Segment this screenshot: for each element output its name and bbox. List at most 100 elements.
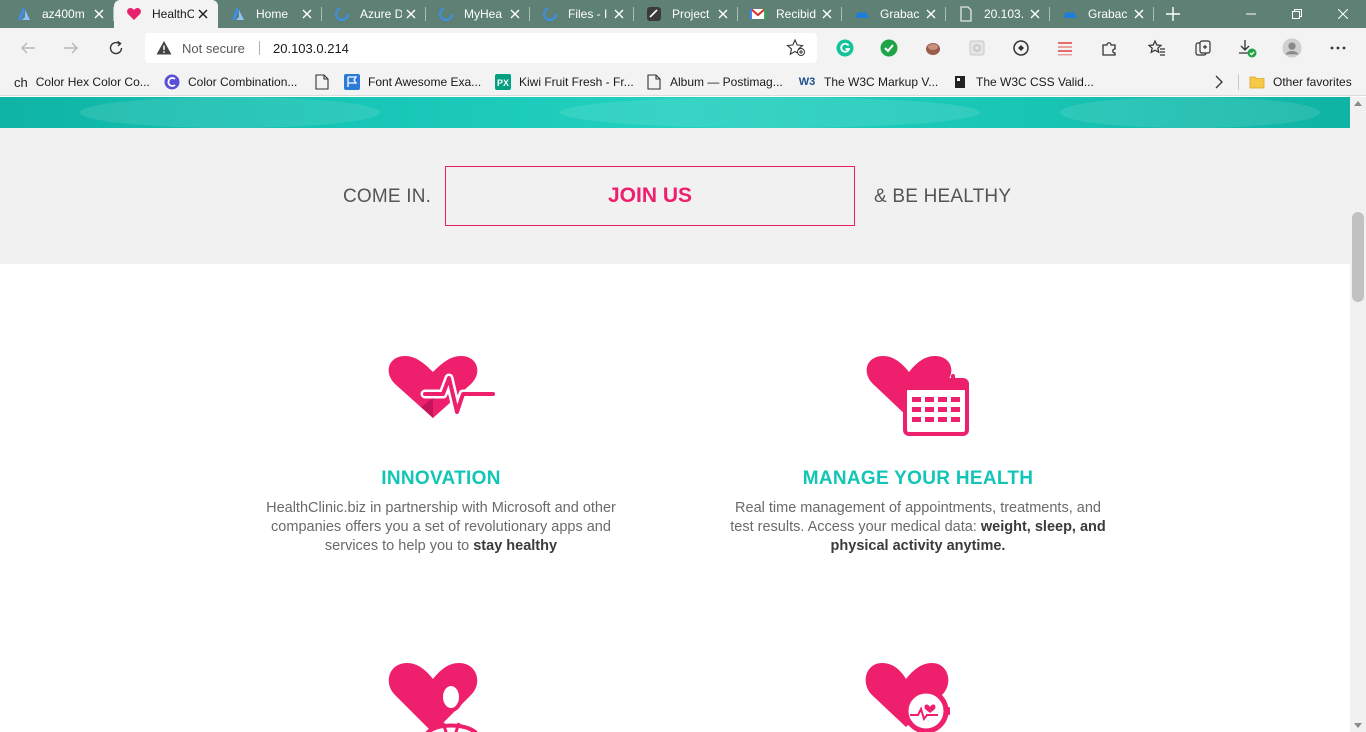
- favorites-overflow-button[interactable]: [1214, 73, 1224, 91]
- close-tab-icon[interactable]: [402, 5, 420, 23]
- check-extension-icon[interactable]: [879, 38, 899, 58]
- feature-doctor: [385, 659, 485, 732]
- tab-home[interactable]: Home: [218, 0, 322, 28]
- tab-title: Home: [256, 7, 289, 21]
- more-menu-icon[interactable]: [1328, 38, 1348, 58]
- page-icon: [958, 6, 974, 22]
- favorite-kiwi[interactable]: PX Kiwi Fruit Fresh - Fr...: [495, 73, 634, 91]
- close-tab-icon[interactable]: [818, 5, 836, 23]
- tab-files[interactable]: Files - I: [530, 0, 634, 28]
- profile-avatar-icon[interactable]: [1282, 38, 1302, 58]
- scroll-down-icon[interactable]: [1354, 723, 1362, 728]
- close-tab-icon[interactable]: [1130, 5, 1148, 23]
- tab-onedrive-2[interactable]: Grabac: [1050, 0, 1154, 28]
- address-bar[interactable]: Not secure 20.103.0.214: [145, 33, 817, 63]
- gmail-icon: [750, 6, 766, 22]
- tab-title: Azure D: [360, 7, 402, 21]
- feature-manage-health: MANAGE YOUR HEALTH Real time management …: [728, 354, 1108, 556]
- flag-icon: [344, 74, 360, 90]
- loading-icon: [438, 6, 454, 22]
- sync-extension-icon[interactable]: [1011, 38, 1031, 58]
- minimize-button[interactable]: [1228, 0, 1274, 28]
- tab-title: az400m: [42, 7, 85, 21]
- onedrive-icon: [854, 6, 870, 22]
- heart-calendar-icon: [866, 356, 969, 436]
- add-favorite-icon[interactable]: [786, 39, 806, 57]
- tab-project[interactable]: Project: [634, 0, 738, 28]
- tab-ip-page[interactable]: 20.103.: [946, 0, 1050, 28]
- loading-icon: [334, 6, 350, 22]
- loading-icon: [542, 6, 558, 22]
- other-favorites-label: Other favorites: [1273, 75, 1352, 89]
- feature-title: INNOVATION: [381, 468, 501, 489]
- browser-toolbar: Not secure 20.103.0.214: [0, 28, 1366, 68]
- forward-arrow-icon: [64, 42, 78, 54]
- azure-devops-icon: [16, 6, 32, 22]
- favorites-bar: ch Color Hex Color Co... Color Combinati…: [0, 68, 1366, 96]
- close-tab-icon[interactable]: [1026, 5, 1044, 23]
- favorite-fontawesome[interactable]: Font Awesome Exa...: [314, 73, 481, 91]
- new-tab-button[interactable]: [1160, 2, 1186, 26]
- downloads-icon[interactable]: [1237, 38, 1257, 58]
- tab-title: HealthC: [152, 7, 194, 21]
- tab-onedrive-1[interactable]: Grabac: [842, 0, 946, 28]
- colorcombos-icon: [164, 74, 180, 90]
- close-tab-icon[interactable]: [714, 5, 732, 23]
- web-page: COME IN. JOIN US & BE HEALTHY INNOVATION…: [0, 97, 1350, 732]
- close-tab-icon[interactable]: [90, 5, 108, 23]
- close-tab-icon[interactable]: [922, 5, 940, 23]
- collections-icon[interactable]: [1193, 38, 1213, 58]
- tab-title: Files - I: [568, 7, 608, 21]
- tab-healthclinic[interactable]: HealthC: [114, 0, 218, 28]
- page-scrollbar[interactable]: [1350, 97, 1366, 732]
- restore-icon: [1292, 9, 1302, 19]
- join-lead-text: COME IN.: [343, 186, 432, 207]
- feature-title: MANAGE YOUR HEALTH: [802, 468, 1034, 489]
- favorite-postimage[interactable]: Album — Postimag...: [646, 73, 783, 91]
- close-tab-icon[interactable]: [194, 5, 212, 23]
- tab-myhealth[interactable]: MyHea: [426, 0, 530, 28]
- close-tab-icon[interactable]: [506, 5, 524, 23]
- refresh-icon: [109, 40, 123, 55]
- forward-button[interactable]: [57, 34, 85, 62]
- chevron-right-icon: [1215, 75, 1223, 89]
- scrollbar-thumb[interactable]: [1352, 212, 1364, 302]
- refresh-button[interactable]: [102, 34, 130, 62]
- scroll-up-icon[interactable]: [1354, 101, 1362, 106]
- back-button[interactable]: [14, 34, 42, 62]
- favorite-w3c-markup[interactable]: W3 The W3C Markup V...: [798, 73, 939, 91]
- coconut-extension-icon[interactable]: [923, 38, 943, 58]
- close-icon: [1338, 9, 1348, 19]
- favorite-label: Font Awesome Exa...: [368, 75, 482, 89]
- close-window-button[interactable]: [1320, 0, 1366, 28]
- grammarly-icon[interactable]: [835, 38, 855, 58]
- feature-innovation: INNOVATION HealthClinic.biz in partnersh…: [251, 354, 631, 556]
- colorhex-icon: ch: [14, 74, 28, 90]
- favorites-icon[interactable]: [1147, 38, 1167, 58]
- favorite-w3c-css[interactable]: The W3C CSS Valid...: [952, 73, 1094, 91]
- close-tab-icon[interactable]: [298, 5, 316, 23]
- other-favorites-folder[interactable]: Other favorites: [1249, 73, 1352, 91]
- security-label[interactable]: Not secure: [182, 41, 245, 56]
- favorite-colorhex[interactable]: ch Color Hex Color Co...: [14, 73, 150, 91]
- favorite-colorcombos[interactable]: Color Combination...: [164, 73, 297, 91]
- close-tab-icon[interactable]: [610, 5, 628, 23]
- tab-az400m[interactable]: az400m: [4, 0, 114, 28]
- tab-title: Project: [672, 7, 710, 21]
- extensions-puzzle-icon[interactable]: [1099, 38, 1119, 58]
- feature-watch: [862, 659, 962, 732]
- tab-gmail[interactable]: Recibid: [738, 0, 842, 28]
- feature-description: Real time management of appointments, tr…: [728, 499, 1108, 556]
- tab-azure-devops[interactable]: Azure D: [322, 0, 426, 28]
- url-text[interactable]: 20.103.0.214: [273, 41, 349, 56]
- join-us-button[interactable]: JOIN US: [445, 166, 855, 226]
- tab-title: Grabac: [880, 7, 920, 21]
- screen-extension-icon[interactable]: [967, 38, 987, 58]
- page-icon: [646, 74, 662, 90]
- minimize-icon: [1246, 13, 1256, 15]
- feature-text-bold: stay healthy: [473, 538, 558, 554]
- restore-button[interactable]: [1274, 0, 1320, 28]
- hero-banner-strip: [0, 97, 1350, 128]
- warning-icon[interactable]: [156, 40, 172, 56]
- lines-extension-icon[interactable]: [1055, 38, 1075, 58]
